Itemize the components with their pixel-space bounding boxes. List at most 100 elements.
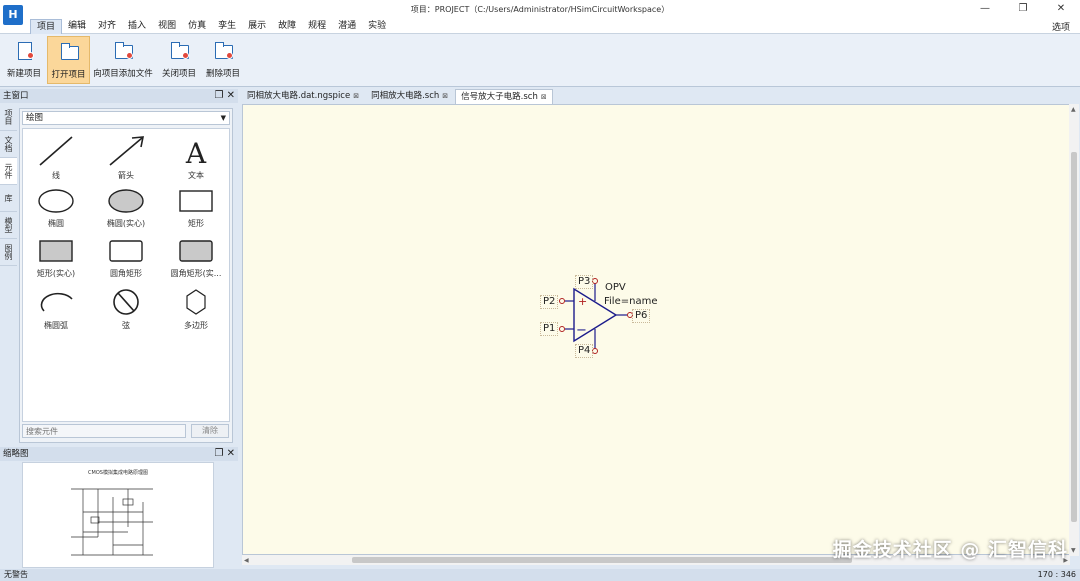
close-panel-icon[interactable]: ✕ — [227, 90, 235, 101]
tab-label: 同相放大电路.sch — [371, 91, 440, 101]
clear-search-button[interactable]: 清除 — [191, 424, 229, 438]
tool-filled-rounded-rectangle[interactable]: 圆角矩形(实... — [165, 235, 227, 283]
vtab-library[interactable]: 库 — [0, 185, 17, 212]
chevron-down-icon: ▼ — [220, 114, 226, 122]
close-window-button[interactable]: ✕ — [1042, 0, 1080, 19]
minimize-button[interactable]: — — [966, 0, 1004, 19]
tool-rectangle[interactable]: 矩形 — [165, 185, 227, 233]
tab-ngspice-file[interactable]: 同相放大电路.dat.ngspice ⊠ — [242, 89, 364, 104]
arrow-icon — [109, 136, 144, 166]
document-tabs: 同相放大电路.dat.ngspice ⊠ 同相放大电路.sch ⊠ 信号放大子电路.… — [242, 89, 555, 104]
minus-input-sign: − — [576, 323, 587, 338]
vtab-legend[interactable]: 图例 — [0, 239, 17, 266]
menu-insert[interactable]: 插入 — [122, 19, 152, 34]
menu-sneak-circuit[interactable]: 潜通 — [332, 19, 362, 34]
close-project-button[interactable]: 关闭项目 — [158, 36, 200, 84]
thumbnail-preview[interactable]: CMOS模拟集成电路原理图 — [22, 462, 214, 568]
tab-label: 信号放大子电路.sch — [461, 92, 538, 102]
cursor-coordinates: 170 : 346 — [1037, 570, 1076, 579]
polygon-icon — [186, 289, 206, 315]
add-file-to-project-button[interactable]: 向项目添加文件 — [92, 36, 154, 84]
tool-label: 椭圆弧 — [44, 321, 68, 330]
component-attribute[interactable]: File=name — [604, 296, 657, 307]
close-folder-icon — [169, 41, 189, 59]
menu-twin[interactable]: 孪生 — [212, 19, 242, 34]
main-panel-title: 主窗口 — [3, 91, 29, 101]
menu-edit[interactable]: 编辑 — [62, 19, 92, 34]
scroll-down-icon[interactable]: ▼ — [1071, 547, 1076, 554]
pin-p2-terminal[interactable] — [559, 298, 565, 304]
tool-elliptic-arc[interactable]: 椭圆弧 — [25, 285, 87, 333]
window-controls: — ❐ ✕ — [966, 0, 1080, 19]
new-project-button[interactable]: 新建项目 — [3, 36, 45, 84]
float-panel-icon[interactable]: ❐ — [214, 90, 223, 101]
drawing-tools-grid: 线 箭头 A 文本 椭圆 椭圆(实心) 矩形 矩形(实心) 圆角矩形 圆角矩形(… — [22, 128, 230, 422]
restore-button[interactable]: ❐ — [1004, 0, 1042, 19]
app-logo[interactable]: H — [3, 5, 23, 25]
new-project-label: 新建项目 — [6, 69, 41, 79]
title-bar: H 项目：PROJECT（C:/Users/Administrator/HSim… — [0, 0, 1080, 25]
menu-project[interactable]: 项目 — [30, 19, 63, 34]
menu-simulate[interactable]: 仿真 — [182, 19, 212, 34]
vtab-project[interactable]: 项目 — [0, 104, 17, 131]
options-menu[interactable]: 选项 — [1052, 20, 1070, 33]
watermark: 掘金技术社区 @ 汇智信科 — [832, 539, 1068, 561]
vtab-documents[interactable]: 文档 — [0, 131, 17, 158]
schematic-canvas[interactable]: + − P3 P2 P1 P4 P6 OPV File=name — [242, 104, 1070, 555]
menu-experiment[interactable]: 实验 — [362, 19, 392, 34]
menu-items: 项目 编辑 对齐 插入 视图 仿真 孪生 展示 故障 规程 潜通 实验 — [30, 19, 392, 34]
chord-icon — [113, 289, 139, 315]
close-panel-icon[interactable]: ✕ — [227, 448, 235, 459]
thumbnail-preview-title: CMOS模拟集成电路原理图 — [88, 470, 148, 476]
scroll-left-icon[interactable]: ◀ — [244, 557, 249, 564]
tool-ellipse[interactable]: 椭圆 — [25, 185, 87, 233]
thumbnail-panel-header: 缩略图 ❐ ✕ — [0, 447, 238, 461]
close-tab-icon[interactable]: ⊠ — [541, 93, 547, 101]
menu-fault[interactable]: 故障 — [272, 19, 302, 34]
menu-procedure[interactable]: 规程 — [302, 19, 332, 34]
vertical-tab-strip: 项目 文档 元件 库 模型 图例 — [0, 104, 17, 444]
menu-view[interactable]: 视图 — [152, 19, 182, 34]
ribbon-toolbar: 新建项目 打开项目 向项目添加文件 关闭项目 删除项目 — [0, 34, 1080, 87]
tool-line[interactable]: 线 — [25, 133, 87, 181]
category-value: 绘图 — [26, 113, 44, 123]
text-icon: A — [185, 137, 207, 167]
tool-label: 椭圆 — [48, 219, 64, 228]
open-project-button[interactable]: 打开项目 — [47, 36, 90, 84]
component-name[interactable]: OPV — [605, 282, 626, 293]
tool-label: 线 — [52, 171, 60, 180]
main-panel-header: 主窗口 ❐ ✕ — [0, 89, 238, 103]
pin-label-p3: P3 — [575, 275, 594, 289]
tool-label: 矩形(实心) — [36, 269, 76, 278]
open-folder-icon — [59, 42, 79, 60]
delete-folder-icon — [213, 41, 233, 59]
tool-label: 文本 — [188, 171, 204, 180]
menu-align[interactable]: 对齐 — [92, 19, 122, 34]
tool-chord[interactable]: 弦 — [95, 285, 157, 333]
vtab-components[interactable]: 元件 — [0, 158, 17, 185]
close-tab-icon[interactable]: ⊠ — [442, 92, 448, 100]
menu-bar: 项目 编辑 对齐 插入 视图 仿真 孪生 展示 故障 规程 潜通 实验 选项 — [0, 19, 1080, 34]
pin-p1-terminal[interactable] — [559, 326, 565, 332]
delete-project-button[interactable]: 删除项目 — [202, 36, 244, 84]
tool-rounded-rectangle[interactable]: 圆角矩形 — [95, 235, 157, 283]
category-select[interactable]: 绘图 ▼ — [22, 111, 230, 125]
component-search-input[interactable] — [22, 424, 186, 438]
scroll-up-icon[interactable]: ▲ — [1071, 106, 1076, 113]
tool-arrow[interactable]: 箭头 — [95, 133, 157, 181]
tab-subcircuit-sch[interactable]: 信号放大子电路.sch ⊠ — [455, 89, 553, 104]
op-amp-symbol[interactable]: + − — [243, 105, 1069, 554]
tool-filled-ellipse[interactable]: 椭圆(实心) — [95, 185, 157, 233]
tool-text[interactable]: A 文本 — [165, 133, 227, 181]
tool-filled-rectangle[interactable]: 矩形(实心) — [25, 235, 87, 283]
tab-amplifier-sch[interactable]: 同相放大电路.sch ⊠ — [366, 89, 453, 104]
component-palette: 绘图 ▼ 线 箭头 A 文本 椭圆 椭圆(实心) 矩形 矩形(实心) 圆角矩形 … — [19, 108, 233, 443]
float-panel-icon[interactable]: ❐ — [214, 448, 223, 459]
horizontal-scroll-thumb[interactable] — [352, 557, 852, 563]
vtab-models[interactable]: 模型 — [0, 212, 17, 239]
menu-display[interactable]: 展示 — [242, 19, 272, 34]
vertical-scrollbar[interactable]: ▲ ▼ — [1069, 104, 1079, 556]
vertical-scroll-thumb[interactable] — [1071, 152, 1077, 522]
tool-polygon[interactable]: 多边形 — [165, 285, 227, 333]
close-tab-icon[interactable]: ⊠ — [353, 92, 359, 100]
